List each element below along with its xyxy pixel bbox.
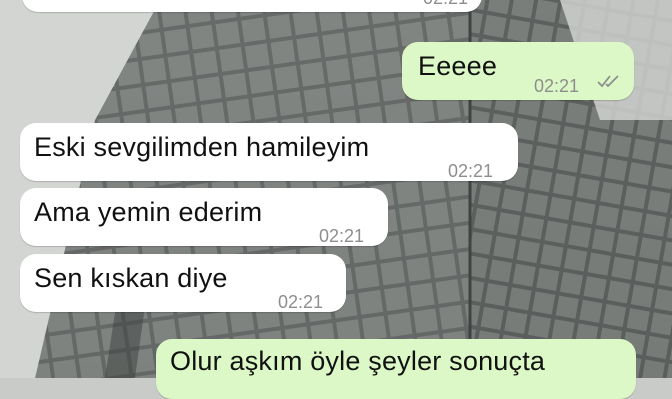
message-bubble-incoming[interactable]: Ama yemin ederim 02:21 — [20, 188, 388, 246]
message-time: 02:21 — [278, 292, 324, 312]
message-text: Ama yemin ederim — [34, 197, 263, 227]
message-bubble-incoming[interactable]: Sen kıskan diye 02:21 — [20, 254, 346, 312]
message-text: Eski sevgilimden hamileyim — [34, 132, 370, 162]
message-bubble-partial[interactable]: 02:21 — [22, 0, 482, 12]
message-time: 02:21 — [534, 76, 580, 96]
double-check-icon — [597, 75, 619, 88]
message-bubble-outgoing[interactable]: Olur aşkım öyle şeyler sonuçta — [156, 339, 636, 399]
message-time: 02:21 — [448, 161, 494, 181]
message-text: Sen kıskan diye — [34, 263, 228, 293]
message-bubble-outgoing[interactable]: Eeeee 02:21 — [402, 42, 634, 100]
message-text: Olur aşkım öyle şeyler sonuçta — [170, 346, 546, 376]
message-time: 02:21 — [319, 226, 365, 246]
message-text: Eeeee — [418, 51, 498, 81]
message-bubble-incoming[interactable]: Eski sevgilimden hamileyim 02:21 — [20, 123, 518, 181]
message-time: 02:21 — [423, 0, 468, 14]
